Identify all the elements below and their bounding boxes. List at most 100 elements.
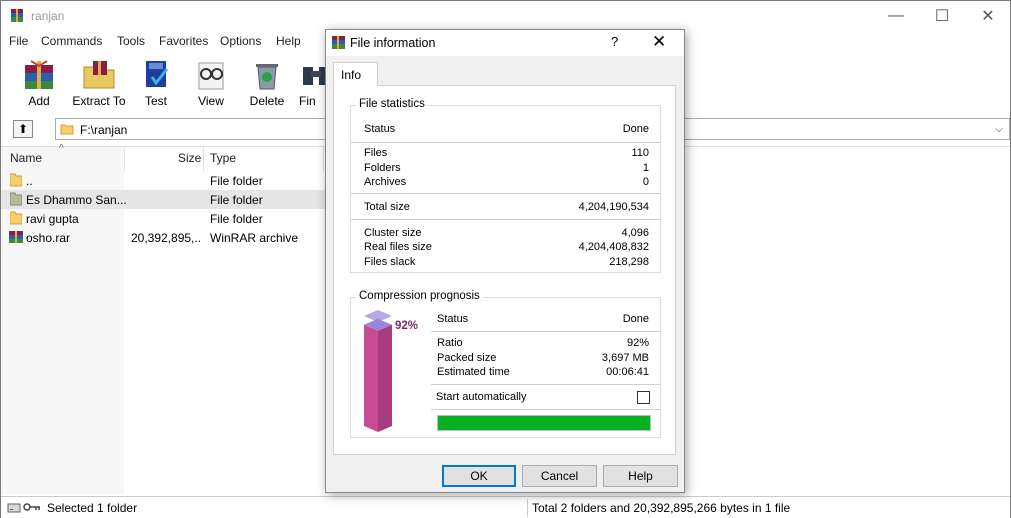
- divider: [431, 331, 660, 332]
- label: Ratio: [437, 337, 463, 349]
- status-separator: [527, 499, 528, 517]
- menu-commands[interactable]: Commands: [41, 34, 102, 48]
- group-title: File statistics: [356, 98, 428, 110]
- close-button[interactable]: ✕: [965, 1, 1011, 31]
- column-separator[interactable]: [323, 147, 324, 171]
- test-button[interactable]: Test: [128, 53, 184, 113]
- label: Real files size: [364, 241, 432, 253]
- value: Done: [622, 313, 649, 325]
- file-information-dialog: File information ? ✕ File statistics Sta…: [325, 29, 685, 493]
- compression-gauge: [364, 310, 392, 432]
- value: 1: [642, 162, 649, 174]
- file-name: ..: [26, 174, 33, 188]
- file-name: ravi gupta: [26, 212, 79, 226]
- file-name: osho.rar: [26, 231, 71, 245]
- menu-file[interactable]: File: [9, 34, 28, 48]
- file-type: File folder: [210, 212, 263, 226]
- value: 00:06:41: [606, 366, 649, 378]
- title-bar: ranjan — ☐ ✕: [1, 1, 1010, 31]
- file-type: WinRAR archive: [210, 231, 299, 245]
- window-title: ranjan: [31, 9, 65, 23]
- cancel-button[interactable]: Cancel: [522, 465, 597, 487]
- column-separator[interactable]: [124, 147, 125, 171]
- file-row[interactable]: ravi gupta File folder: [1, 209, 331, 228]
- divider: [431, 384, 660, 385]
- add-label: Add: [28, 94, 50, 108]
- gauge-side: [378, 324, 392, 432]
- group-title: Compression prognosis: [356, 290, 483, 302]
- file-type: File folder: [210, 193, 263, 207]
- status-bar: Selected 1 folder Total 2 folders and 20…: [1, 496, 1010, 518]
- value: 0: [642, 176, 649, 188]
- menu-options[interactable]: Options: [220, 34, 261, 48]
- value: 92%: [626, 337, 649, 349]
- divider: [351, 142, 660, 143]
- file-type: File folder: [210, 174, 263, 188]
- value: 3,697 MB: [601, 352, 649, 364]
- up-folder-button[interactable]: ⬆: [13, 120, 33, 138]
- file-row[interactable]: osho.rar 20,392,895,... WinRAR archive: [1, 228, 331, 247]
- winrar-app-icon: [11, 9, 23, 22]
- column-header-size[interactable]: Size: [178, 151, 201, 165]
- label: Archives: [364, 176, 407, 188]
- tab-info[interactable]: Info: [333, 62, 378, 86]
- minimize-button[interactable]: —: [873, 1, 919, 31]
- delete-label: Delete: [249, 94, 285, 108]
- help-icon[interactable]: ?: [611, 34, 618, 49]
- close-icon[interactable]: ✕: [652, 32, 666, 52]
- add-archive-icon: [25, 60, 53, 89]
- file-name: Es Dhammo San...: [26, 193, 127, 207]
- label: Estimated time: [437, 366, 510, 378]
- add-button[interactable]: Add: [11, 53, 67, 113]
- delete-button[interactable]: Delete: [239, 53, 295, 113]
- label: Folders: [364, 162, 401, 174]
- label: Cluster size: [364, 227, 422, 239]
- folder-icon: [60, 124, 74, 135]
- progress-bar: [437, 415, 651, 431]
- folder-icon: [10, 173, 22, 187]
- key-icon: [23, 503, 40, 511]
- menu-favorites[interactable]: Favorites: [159, 34, 208, 48]
- gauge-percent: 92%: [395, 320, 419, 332]
- value: 110: [631, 147, 649, 159]
- progress-fill: [438, 416, 650, 430]
- value: 4,096: [621, 227, 649, 239]
- tab-panel-info: File statistics Status Done Files 110 Fo…: [333, 85, 676, 455]
- find-button[interactable]: Fin: [295, 53, 325, 113]
- drive-icon: [7, 503, 21, 513]
- test-icon: [146, 61, 169, 87]
- label: Files slack: [364, 256, 416, 268]
- help-button[interactable]: Help: [603, 465, 678, 487]
- find-icon: [303, 67, 325, 85]
- value: 218,298: [609, 256, 649, 268]
- label: Packed size: [437, 352, 497, 364]
- start-automatically-label: Start automatically: [436, 391, 527, 403]
- maximize-button[interactable]: ☐: [919, 1, 965, 31]
- view-icon: [198, 62, 224, 90]
- divider: [431, 409, 660, 410]
- column-header-name[interactable]: Name: [10, 151, 42, 165]
- file-row[interactable]: Es Dhammo San... File folder: [1, 190, 331, 209]
- file-row[interactable]: .. File folder: [1, 171, 331, 190]
- winrar-app-icon: [332, 36, 345, 49]
- view-button[interactable]: View: [183, 53, 239, 113]
- dialog-title-bar: File information ? ✕: [326, 30, 684, 56]
- chevron-down-icon[interactable]: ⌵: [991, 121, 1007, 137]
- column-separator[interactable]: [203, 147, 204, 171]
- label: Status: [437, 313, 469, 325]
- value: Done: [622, 123, 649, 135]
- menu-help[interactable]: Help: [276, 34, 301, 48]
- extract-to-icon: [83, 61, 115, 89]
- status-selection: Selected 1 folder: [47, 501, 138, 515]
- start-automatically-checkbox[interactable]: [637, 391, 650, 404]
- label: Status: [364, 123, 396, 135]
- status-total: Total 2 folders and 20,392,895,266 bytes…: [532, 501, 791, 515]
- column-header-type[interactable]: Type: [210, 151, 236, 165]
- compression-prognosis-group: Compression prognosis 92% Status Done Ra…: [350, 290, 661, 438]
- ok-button[interactable]: OK: [442, 465, 516, 487]
- path-text: F:\ranjan: [80, 123, 128, 137]
- menu-tools[interactable]: Tools: [117, 34, 145, 48]
- file-size: 20,392,895,...: [131, 231, 201, 245]
- sort-arrow-icon: ^: [59, 143, 64, 154]
- extract-to-button[interactable]: Extract To: [71, 53, 127, 113]
